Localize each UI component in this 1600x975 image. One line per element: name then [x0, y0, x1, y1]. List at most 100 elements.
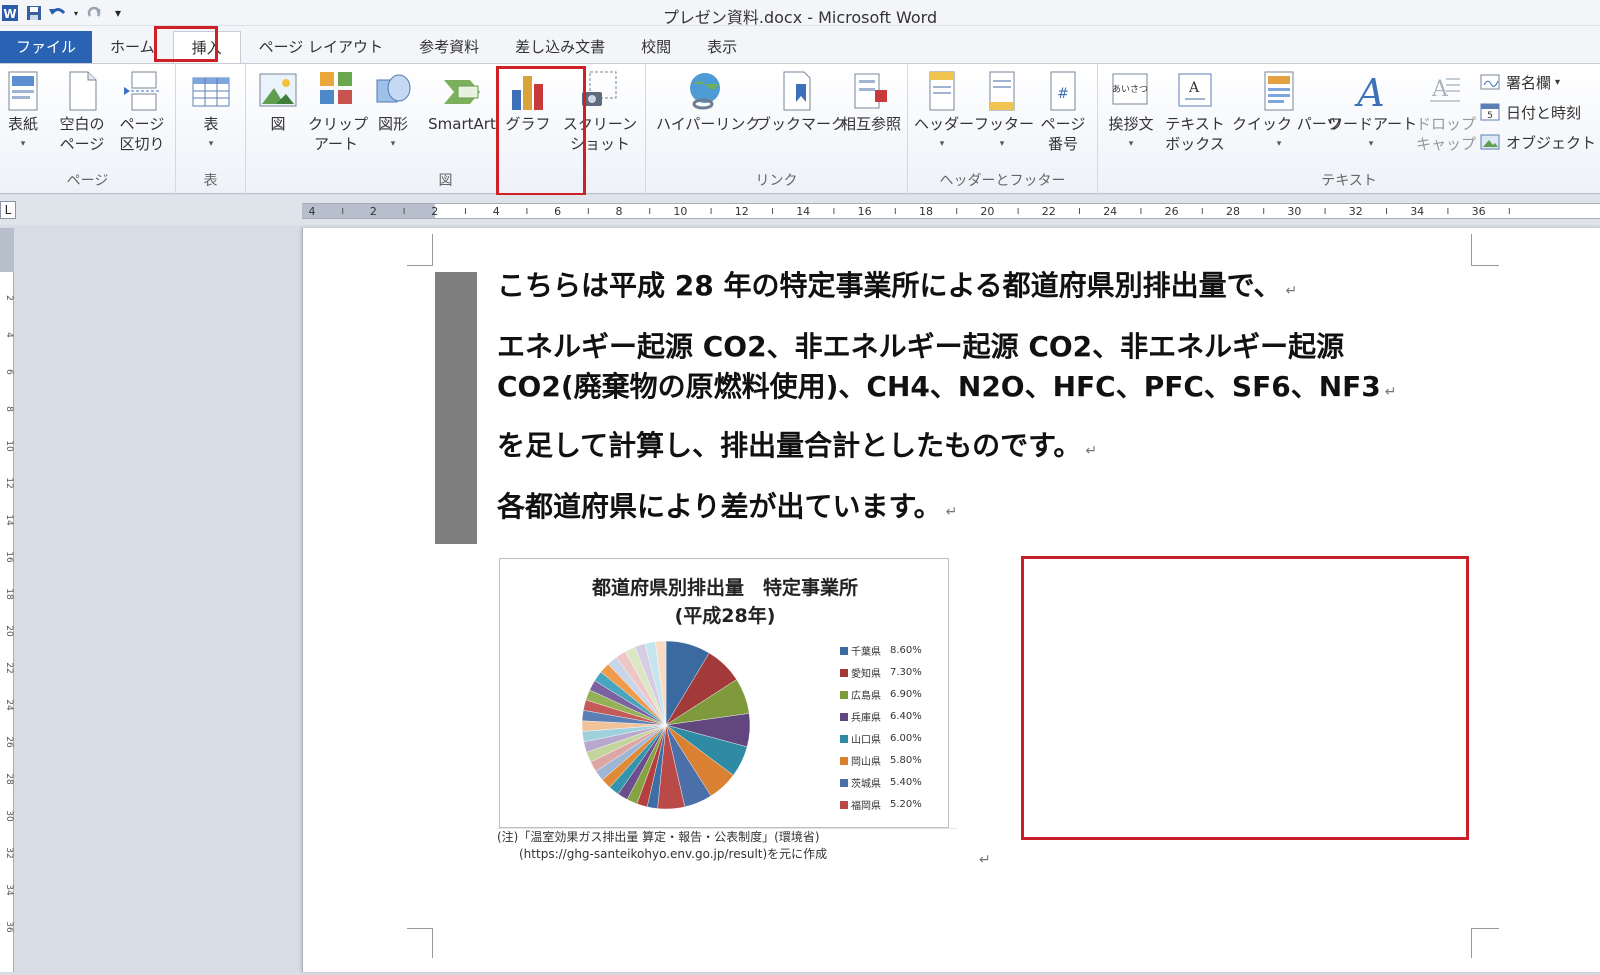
footer-button[interactable]: フッター ▾	[974, 70, 1034, 154]
legend-swatch	[840, 756, 848, 765]
bookmark-button[interactable]: ブックマーク	[756, 70, 846, 134]
legend-value: 5.20%	[890, 799, 922, 810]
ruler-label: 32	[1349, 205, 1363, 218]
greeting-icon: あいさつ	[1111, 70, 1151, 112]
vertical-ruler-label: 12	[4, 477, 14, 488]
legend-label: 広島県	[851, 691, 881, 702]
page-break-button[interactable]: ページ 区切り	[114, 70, 170, 154]
ruler-label: 22	[1042, 205, 1056, 218]
pie-chart[interactable]: 都道府県別排出量 特定事業所 (平成28年) 千葉県 8.60% 愛知県 7.30% 広…	[499, 558, 949, 828]
vertical-ruler-ticks: 24681012141618202224262830323436	[4, 295, 14, 933]
tab-view[interactable]: 表示	[689, 31, 755, 63]
ribbon: 表紙 ▾ 空白の ページ ページ 区切り ページ 表 ▾ 表 図 クリップ アー…	[0, 64, 1600, 194]
ruler-label: 4	[309, 205, 316, 218]
tab-insert[interactable]: 挿入	[172, 31, 241, 63]
ruler-label: 34	[1410, 205, 1424, 218]
vertical-ruler-label: 14	[4, 514, 14, 526]
object-button[interactable]: オブジェクト▾	[1480, 130, 1600, 154]
cover-page-icon	[3, 70, 43, 112]
vertical-ruler-label: 8	[4, 406, 14, 412]
svg-text:A: A	[1431, 77, 1449, 102]
paragraph-mark: ↵	[1085, 443, 1098, 459]
tab-references[interactable]: 参考資料	[401, 31, 497, 63]
ruler-label: 18	[919, 205, 933, 218]
tab-review[interactable]: 校閲	[623, 31, 689, 63]
date-time-button[interactable]: 5 日付と時刻	[1480, 100, 1581, 124]
vertical-ruler-label: 28	[4, 773, 14, 785]
ruler-label: 24	[1103, 205, 1117, 218]
screenshot-icon	[580, 70, 620, 112]
tab-page-layout[interactable]: ページ レイアウト	[241, 31, 401, 63]
quick-parts-button[interactable]: クイック パーツ ▾	[1232, 70, 1341, 154]
group-label-tables: 表	[203, 173, 218, 189]
ruler-label: 8	[616, 205, 623, 218]
cross-reference-button[interactable]: 相互参照	[838, 70, 904, 134]
ruler-label: 28	[1226, 205, 1240, 218]
legend-item: 岡山県 5.80%	[840, 753, 922, 768]
chart-icon	[508, 70, 548, 112]
header-button[interactable]: ヘッダー ▾	[914, 70, 974, 154]
ruler-label: 6	[554, 205, 561, 218]
horizontal-ruler[interactable]: 4 2 2 4 6 8 10 12 14 16 18 20 22 24 26 28 30 32 34 36	[302, 203, 1600, 219]
tab-home[interactable]: ホーム	[92, 31, 173, 63]
dropcap-button[interactable]: A ドロップ キャップ	[1416, 70, 1476, 154]
vertical-ruler-label: 26	[4, 736, 14, 748]
legend-label: 岡山県	[851, 757, 881, 768]
legend-item: 千葉県 8.60%	[840, 643, 922, 658]
gray-accent-bar	[435, 272, 477, 544]
table-button[interactable]: 表 ▾	[188, 70, 234, 154]
group-text: あいさつ 挨拶文 ▾ A テキスト ボックス クイック パーツ ▾ A ワードア…	[1098, 64, 1600, 194]
ruler-label: 30	[1287, 205, 1301, 218]
page-number-icon: #	[1043, 70, 1083, 112]
legend-swatch	[840, 690, 848, 699]
vertical-ruler-margin-shade	[0, 228, 14, 272]
paragraph[interactable]: を足して計算し、排出量合計としたものです。 ↵	[497, 426, 1097, 471]
vertical-ruler-label: 2	[4, 295, 14, 301]
document-page[interactable]: こちらは平成 28 年の特定事業所による都道府県別排出量で、 ↵ エネルギー起源 …	[302, 228, 1600, 972]
picture-button[interactable]: 図	[256, 70, 300, 134]
legend-value: 6.40%	[890, 711, 922, 722]
crop-mark-bottom-left	[407, 928, 433, 958]
page-number-button[interactable]: # ページ 番号	[1034, 70, 1092, 154]
screenshot-button[interactable]: スクリーン ショット	[562, 70, 638, 154]
hyperlink-button[interactable]: ハイパーリンク	[656, 70, 760, 134]
ruler-label: 2	[431, 205, 438, 218]
vertical-ruler-label: 24	[4, 699, 14, 711]
blank-page-button[interactable]: 空白の ページ	[54, 70, 110, 154]
clipart-button[interactable]: クリップ アート	[308, 70, 368, 154]
crop-mark-bottom-right	[1471, 928, 1499, 958]
smartart-button[interactable]: SmartArt	[422, 70, 502, 134]
vertical-ruler[interactable]: 2 4 6 8 10 12 14 16 18 20 22 24 26 28 30 32 34 36	[0, 228, 14, 972]
tab-mailings[interactable]: 差し込み文書	[497, 31, 623, 63]
picture-icon	[258, 70, 298, 112]
paragraph-mark: ↵	[945, 504, 958, 520]
textbox-button[interactable]: A テキスト ボックス	[1162, 70, 1228, 154]
ruler-label: 16	[858, 205, 872, 218]
tab-selector[interactable]: L	[0, 201, 16, 219]
greeting-button[interactable]: あいさつ 挨拶文 ▾	[1102, 70, 1160, 154]
svg-text:5: 5	[1487, 111, 1493, 121]
group-links: ハイパーリンク ブックマーク 相互参照 リンク	[646, 64, 908, 194]
paragraph[interactable]: 各都道府県により差が出ています。 ↵	[497, 487, 957, 532]
tab-file[interactable]: ファイル	[0, 31, 93, 63]
signature-icon	[1480, 72, 1502, 92]
vertical-ruler-label: 30	[4, 810, 14, 822]
textbox-icon: A	[1175, 70, 1215, 112]
signature-line-button[interactable]: 署名欄 ▾	[1480, 70, 1560, 94]
shapes-button[interactable]: 図形 ▾	[368, 70, 418, 154]
cover-page-button[interactable]: 表紙 ▾	[2, 70, 44, 154]
vertical-ruler-label: 20	[4, 625, 14, 637]
hyperlink-icon	[685, 70, 725, 112]
legend-item: 広島県 6.90%	[840, 687, 922, 702]
paragraph[interactable]: エネルギー起源 CO2、非エネルギー起源 CO2、非エネルギー起源	[497, 327, 1344, 367]
paragraph[interactable]: CO2(廃棄物の原燃料使用)、CH4、N2O、HFC、PFC、SF6、NF3 ↵	[497, 367, 1396, 412]
chart-button[interactable]: グラフ	[504, 70, 552, 134]
ruler-label: 20	[980, 205, 994, 218]
legend-label: 福岡県	[851, 801, 881, 812]
cross-reference-icon	[851, 70, 891, 112]
blank-page-icon	[62, 70, 102, 112]
vertical-ruler-label: 16	[4, 551, 14, 563]
wordart-button[interactable]: A ワードアート ▾	[1328, 70, 1417, 154]
paragraph[interactable]: こちらは平成 28 年の特定事業所による都道府県別排出量で、 ↵	[497, 266, 1297, 311]
svg-text:A: A	[1188, 80, 1200, 96]
